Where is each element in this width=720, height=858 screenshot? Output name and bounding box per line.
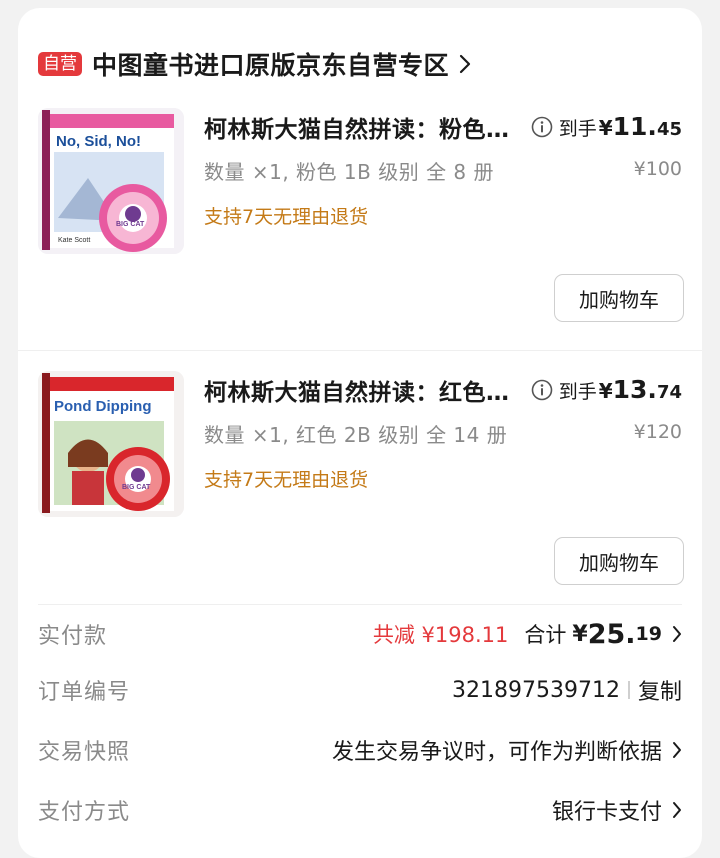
payment-method-value-group[interactable]: 银行卡支付 <box>552 794 682 826</box>
book-cover-image: No, Sid, No! BIG CAT Kate Scott <box>38 108 184 254</box>
total-decimal: 19 <box>635 623 662 645</box>
cover-brand: BIG CAT <box>116 221 145 228</box>
payment-row[interactable]: 实付款 共减 ¥198.11 合计 ¥ 25. 19 <box>38 614 682 654</box>
discount-amount: 共减 ¥198.11 <box>372 623 509 647</box>
divider <box>38 604 682 605</box>
cover-title: Pond Dipping <box>54 398 151 415</box>
self-operated-badge: 自营 <box>38 52 82 76</box>
book-cover-image: Pond Dipping BIG CAT <box>38 371 184 517</box>
shop-name[interactable]: 中图童书进口原版京东自营专区 <box>92 46 449 82</box>
product-item[interactable]: No, Sid, No! BIG CAT Kate Scott 柯林斯大猫自然拼… <box>18 100 702 362</box>
order-number-value-group: 321897539712 复制 <box>452 674 682 706</box>
original-price: ¥120 <box>633 421 682 443</box>
snapshot-value-group[interactable]: 发生交易争议时，可作为判断依据 <box>332 734 682 766</box>
currency-symbol: ¥ <box>598 379 613 403</box>
snapshot-value: 发生交易争议时，可作为判断依据 <box>331 740 662 765</box>
payment-method-row[interactable]: 支付方式 银行卡支付 <box>38 790 682 830</box>
price-decimal: 45 <box>656 119 682 140</box>
payment-method-value: 银行卡支付 <box>551 800 662 825</box>
price-decimal: 74 <box>656 382 682 403</box>
info-icon[interactable] <box>531 116 553 138</box>
product-title[interactable]: 柯林斯大猫自然拼读：粉色1B级别 <box>204 110 524 144</box>
product-title[interactable]: 柯林斯大猫自然拼读：红色2B级别 <box>204 373 524 407</box>
payment-summary[interactable]: 共减 ¥198.11 合计 ¥ 25. 19 <box>373 619 682 650</box>
product-spec: 数量 ×1, 粉色 1B 级别 全 8 册 <box>204 160 495 184</box>
order-number-row: 订单编号 321897539712 复制 <box>38 670 682 710</box>
cover-title: No, Sid, No! <box>56 133 141 150</box>
copy-button[interactable]: 复制 <box>638 674 682 706</box>
info-icon[interactable] <box>531 379 553 401</box>
price-prefix: 到手 <box>558 381 597 403</box>
product-thumbnail[interactable]: Pond Dipping BIG CAT <box>38 371 184 517</box>
price-integer: 13. <box>612 375 657 404</box>
chevron-right-icon[interactable] <box>672 741 682 759</box>
chevron-right-icon[interactable] <box>459 54 471 74</box>
price-prefix: 到手 <box>558 118 597 140</box>
total-integer: 25. <box>587 618 636 650</box>
cover-author: Kate Scott <box>58 237 90 244</box>
add-to-cart-button[interactable]: 加购物车 <box>554 274 684 322</box>
currency-symbol: ¥ <box>572 621 588 647</box>
final-price[interactable]: 到手 ¥ 11. 45 <box>531 112 682 141</box>
product-spec: 数量 ×1, 红色 2B 级别 全 14 册 <box>204 423 508 447</box>
add-to-cart-button[interactable]: 加购物车 <box>554 537 684 585</box>
snapshot-label: 交易快照 <box>38 740 131 765</box>
chevron-right-icon[interactable] <box>672 801 682 819</box>
cover-brand: BIG CAT <box>122 484 151 491</box>
transaction-snapshot-row[interactable]: 交易快照 发生交易争议时，可作为判断依据 <box>38 730 682 770</box>
final-price[interactable]: 到手 ¥ 13. 74 <box>531 375 682 404</box>
product-item[interactable]: Pond Dipping BIG CAT 柯林斯大猫自然拼读：红色2B级别 数量… <box>18 363 702 625</box>
order-number-label: 订单编号 <box>38 680 131 705</box>
original-price: ¥100 <box>633 158 682 180</box>
shop-header[interactable]: 自营 中图童书进口原版京东自营专区 <box>38 42 471 86</box>
payment-label: 实付款 <box>38 624 108 649</box>
divider <box>18 350 702 351</box>
separator <box>627 681 630 699</box>
payment-method-label: 支付方式 <box>38 800 131 825</box>
return-policy: 支持7天无理由退货 <box>204 469 369 491</box>
order-number-value: 321897539712 <box>452 677 620 703</box>
order-card: 自营 中图童书进口原版京东自营专区 No, Sid, No! BIG CAT K… <box>18 8 702 858</box>
price-integer: 11. <box>612 112 657 141</box>
currency-symbol: ¥ <box>598 116 613 140</box>
total-label: 合计 <box>524 623 567 647</box>
chevron-right-icon[interactable] <box>672 625 682 643</box>
return-policy: 支持7天无理由退货 <box>204 206 369 228</box>
product-thumbnail[interactable]: No, Sid, No! BIG CAT Kate Scott <box>38 108 184 254</box>
